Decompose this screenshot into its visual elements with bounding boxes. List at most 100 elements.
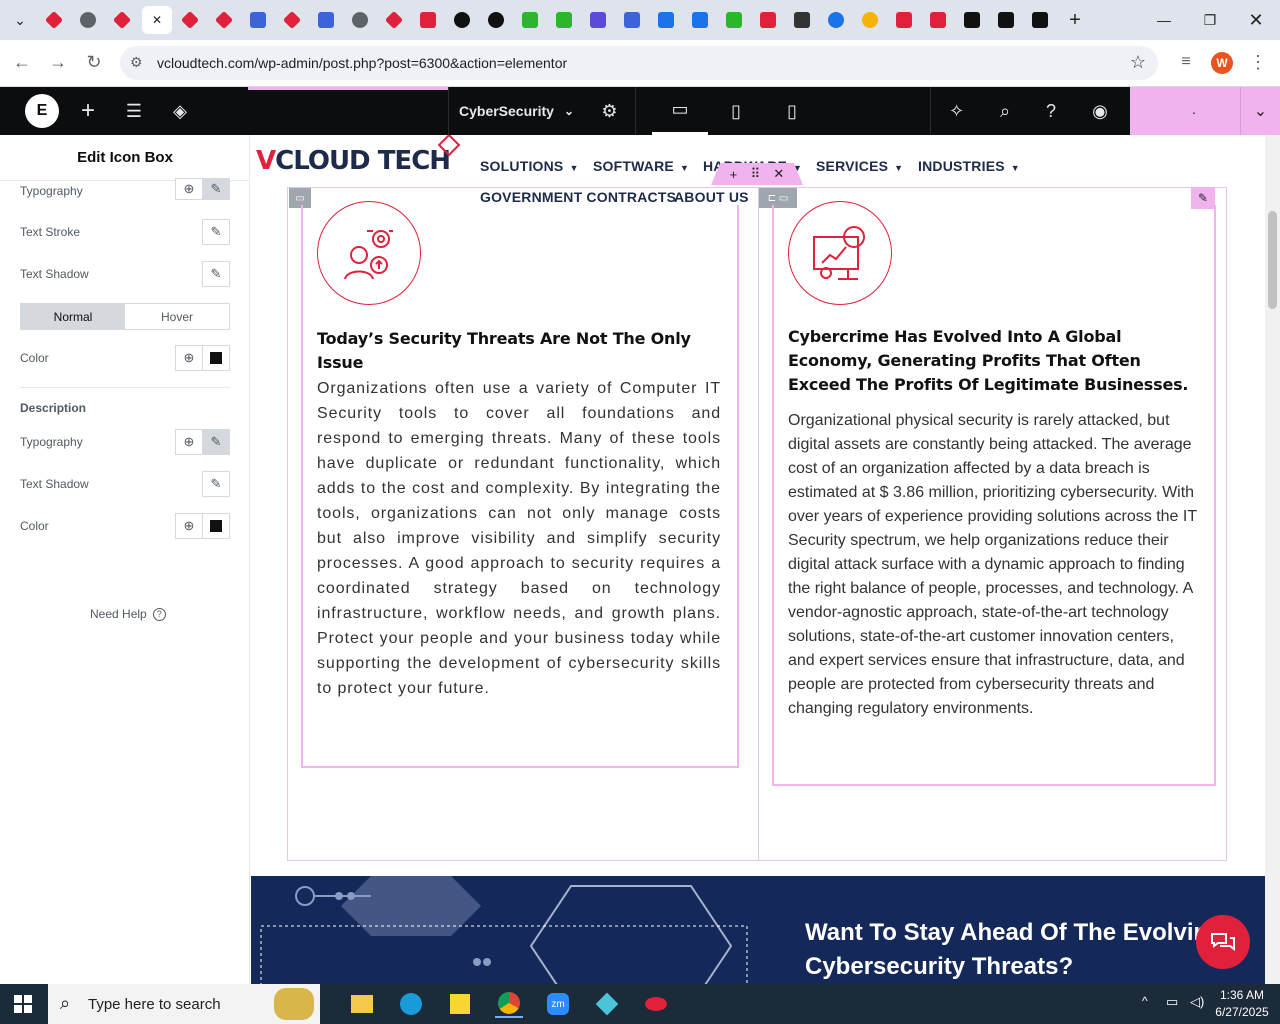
menu-software[interactable]: SOFTWARE ▼: [593, 158, 689, 174]
site-logo[interactable]: VCLOUD TECH: [256, 146, 451, 176]
global-icon[interactable]: ⊕: [175, 429, 203, 455]
global-icon[interactable]: ⊕: [175, 345, 203, 371]
add-element-icon[interactable]: +: [76, 87, 100, 135]
tablet-view-icon[interactable]: ▯: [708, 87, 764, 135]
color-swatch[interactable]: [202, 345, 230, 371]
tab[interactable]: [108, 6, 136, 34]
canvas-scrollbar[interactable]: [1265, 135, 1280, 984]
global-icon[interactable]: ⊕: [175, 513, 203, 539]
tab[interactable]: [686, 6, 714, 34]
chrome-icon[interactable]: [495, 990, 523, 1018]
omnibox[interactable]: ⚙ vcloudtech.com/wp-admin/post.php?post=…: [120, 46, 1158, 80]
panel-title: Edit Icon Box: [0, 135, 250, 181]
menu-industries[interactable]: INDUSTRIES ▼: [918, 158, 1020, 174]
tab[interactable]: [992, 6, 1020, 34]
tab[interactable]: [550, 6, 578, 34]
url-text[interactable]: vcloudtech.com/wp-admin/post.php?post=63…: [157, 55, 567, 71]
need-help-link[interactable]: Need Help ?: [90, 607, 166, 621]
tab[interactable]: [822, 6, 850, 34]
page-selector[interactable]: CyberSecurity ⌄: [448, 87, 584, 135]
tab[interactable]: [176, 6, 204, 34]
tab[interactable]: [652, 6, 680, 34]
file-explorer-icon[interactable]: [348, 990, 376, 1018]
volume-icon[interactable]: ◁): [1190, 994, 1204, 1010]
tab[interactable]: [788, 6, 816, 34]
media-control-icon[interactable]: ≡: [1174, 50, 1198, 74]
tab[interactable]: [312, 6, 340, 34]
taskbar-search[interactable]: ⌕ Type here to search: [48, 984, 320, 1024]
publish-button[interactable]: .: [1130, 87, 1240, 135]
edit-pencil-icon[interactable]: ✎: [202, 261, 230, 287]
chrome-menu-icon[interactable]: ⋮: [1246, 50, 1270, 74]
tab[interactable]: [40, 6, 68, 34]
page-settings-gear-icon[interactable]: ⚙: [584, 87, 636, 135]
edit-pencil-icon[interactable]: ✎: [202, 471, 230, 497]
tab[interactable]: [482, 6, 510, 34]
tab[interactable]: [516, 6, 544, 34]
add-section-icon[interactable]: +: [730, 167, 738, 182]
desktop-view-icon[interactable]: ▭: [652, 87, 708, 135]
clock[interactable]: 1:36 AM 6/27/2025: [1212, 987, 1272, 1021]
chat-support-button[interactable]: [1196, 915, 1250, 969]
menu-solutions[interactable]: SOLUTIONS ▼: [480, 158, 579, 174]
structure-layers-icon[interactable]: ◈: [168, 87, 192, 135]
tab[interactable]: [924, 6, 952, 34]
tab[interactable]: [958, 6, 986, 34]
scrollbar-thumb[interactable]: [1268, 211, 1277, 309]
drag-handle-icon[interactable]: ⠿: [751, 166, 761, 182]
window-close-icon[interactable]: ✕: [1244, 8, 1268, 32]
edge-icon[interactable]: [397, 990, 425, 1018]
delete-section-icon[interactable]: ✕: [773, 166, 784, 182]
tab[interactable]: [210, 6, 238, 34]
menu-services[interactable]: SERVICES ▼: [816, 158, 903, 174]
new-tab-button[interactable]: +: [1063, 8, 1087, 32]
app-diamond-icon[interactable]: [593, 990, 621, 1018]
tab-normal[interactable]: Normal: [21, 304, 125, 329]
site-settings-icon[interactable]: ☰: [122, 87, 146, 135]
windows-start-icon[interactable]: [14, 995, 32, 1013]
tab[interactable]: [380, 6, 408, 34]
edit-pencil-icon[interactable]: ✎: [202, 178, 230, 200]
back-icon[interactable]: ←: [10, 50, 34, 74]
tab[interactable]: [74, 6, 102, 34]
publish-options-chevron-icon[interactable]: ⌄: [1240, 87, 1280, 135]
network-icon[interactable]: ▭: [1166, 994, 1178, 1010]
tab[interactable]: [618, 6, 646, 34]
tab[interactable]: [890, 6, 918, 34]
tab[interactable]: [754, 6, 782, 34]
snipping-tool-icon[interactable]: [642, 990, 670, 1018]
elementor-logo-icon[interactable]: E: [24, 87, 60, 135]
tab[interactable]: [244, 6, 272, 34]
global-icon[interactable]: ⊕: [175, 178, 203, 200]
tab[interactable]: [414, 6, 442, 34]
tab-hover[interactable]: Hover: [125, 304, 229, 329]
tab[interactable]: [720, 6, 748, 34]
tab[interactable]: [346, 6, 374, 34]
forward-icon[interactable]: →: [46, 50, 70, 74]
edit-pencil-icon[interactable]: ✎: [202, 429, 230, 455]
mobile-view-icon[interactable]: ▯: [764, 87, 820, 135]
tab[interactable]: [448, 6, 476, 34]
sticky-notes-icon[interactable]: [446, 990, 474, 1018]
zoom-icon[interactable]: zm: [544, 990, 572, 1018]
edit-pencil-icon[interactable]: ✎: [202, 219, 230, 245]
tab[interactable]: [856, 6, 884, 34]
reload-icon[interactable]: ↻: [82, 50, 106, 74]
finder-search-icon[interactable]: ⌕: [982, 87, 1028, 135]
restore-icon[interactable]: ❐: [1198, 8, 1222, 32]
minimize-icon[interactable]: —: [1152, 8, 1176, 32]
bookmark-star-icon[interactable]: ☆: [1130, 52, 1146, 73]
tray-chevron-icon[interactable]: ^: [1142, 994, 1148, 1008]
tab[interactable]: [278, 6, 306, 34]
notifications-icon[interactable]: ✧: [930, 87, 982, 135]
profile-avatar[interactable]: W: [1211, 52, 1233, 74]
preview-eye-icon[interactable]: ◉: [1076, 87, 1124, 135]
tab[interactable]: [584, 6, 612, 34]
tab-search-chevron-icon[interactable]: ⌄: [8, 8, 32, 32]
help-icon[interactable]: ?: [1028, 87, 1074, 135]
tab-active[interactable]: ✕: [142, 6, 172, 34]
color-swatch[interactable]: [202, 513, 230, 539]
site-info-icon[interactable]: ⚙: [130, 54, 143, 71]
section-handle[interactable]: + ⠿ ✕: [711, 163, 803, 185]
tab[interactable]: [1026, 6, 1054, 34]
